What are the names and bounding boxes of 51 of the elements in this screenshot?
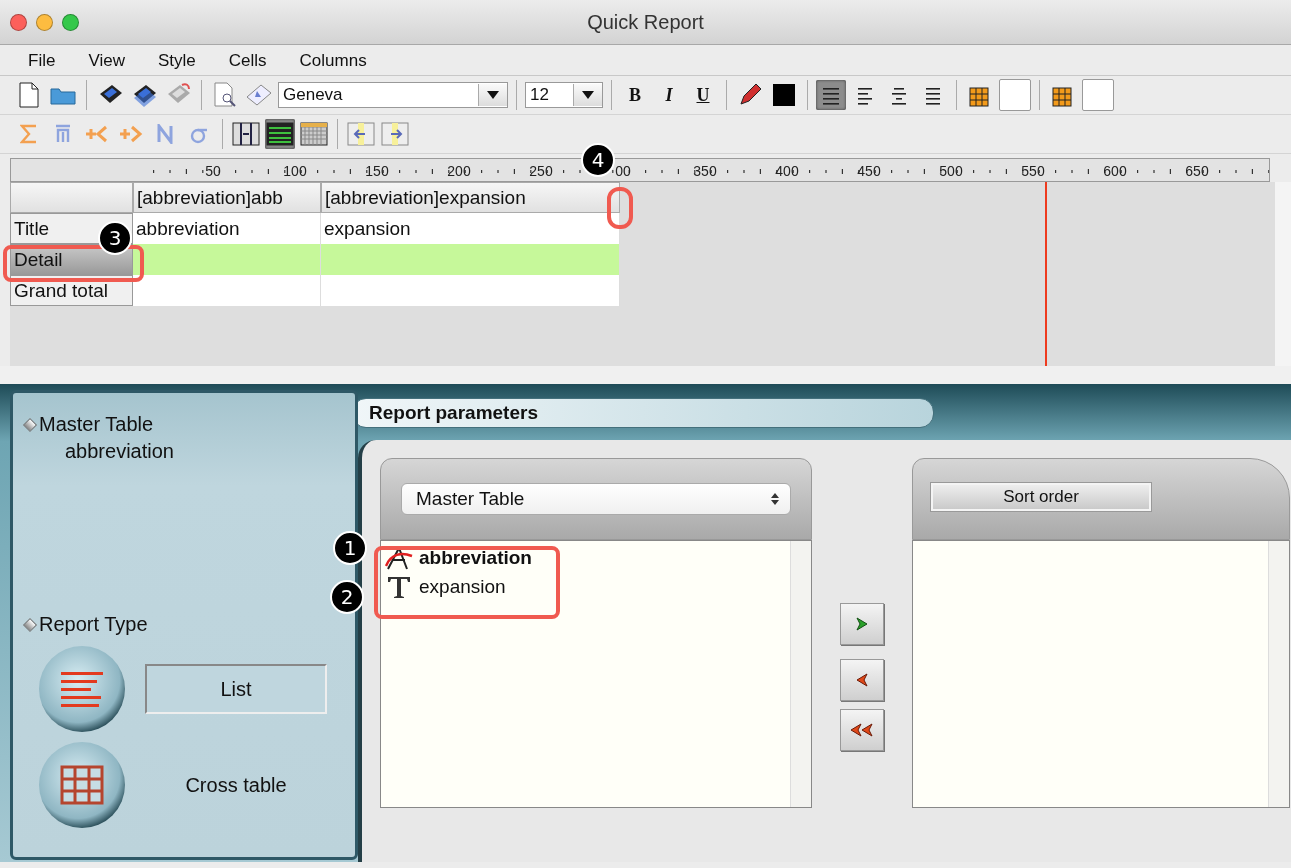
zoom-button[interactable] xyxy=(62,13,79,31)
scrollbar[interactable] xyxy=(1268,541,1289,807)
add-button[interactable] xyxy=(840,603,884,645)
italic-button[interactable]: I xyxy=(654,80,684,110)
highlight-frame xyxy=(607,187,633,229)
remove-button[interactable] xyxy=(840,659,884,701)
color-swatch[interactable] xyxy=(999,79,1031,111)
menu-item[interactable]: Style xyxy=(157,51,196,71)
field-name[interactable]: expansion xyxy=(419,575,506,598)
remove-all-button[interactable] xyxy=(840,709,884,751)
dropdown-arrow-icon xyxy=(582,91,594,99)
report-type-label[interactable]: List xyxy=(145,664,327,714)
justify-icon[interactable] xyxy=(816,80,846,110)
scrollbar[interactable] xyxy=(790,541,811,807)
chevron-left-icon xyxy=(854,672,870,688)
table-cell: abbreviation xyxy=(133,213,321,244)
font-dropdown[interactable]: Geneva xyxy=(278,82,508,108)
column-header[interactable]: [abbreviation]abb xyxy=(133,182,321,213)
minimize-button[interactable] xyxy=(36,13,53,31)
list-lines-icon xyxy=(59,669,105,709)
underline-button[interactable]: U xyxy=(688,80,718,110)
size-dropdown[interactable]: 12 xyxy=(525,82,603,108)
field-name[interactable]: abbreviation xyxy=(419,546,532,569)
section-heading: Master Table xyxy=(39,413,154,436)
table-select[interactable]: Master Table xyxy=(401,483,791,515)
color-swatch[interactable] xyxy=(1082,79,1114,111)
text-field-icon xyxy=(385,574,413,599)
insert-right-icon[interactable] xyxy=(380,119,410,149)
insert-left-icon[interactable] xyxy=(346,119,376,149)
report-type-label[interactable]: Cross table xyxy=(145,760,327,810)
sort-order-header[interactable]: Sort order xyxy=(931,483,1151,511)
chevron-right-icon xyxy=(854,616,870,632)
grid-icon xyxy=(60,765,104,805)
menu-item[interactable]: Cells xyxy=(228,51,267,71)
menu-item[interactable]: View xyxy=(88,51,125,71)
horizontal-scrollbar[interactable] xyxy=(0,366,1291,384)
table-view-icon[interactable] xyxy=(265,119,295,149)
menu-item[interactable]: Columns xyxy=(299,51,367,71)
close-button[interactable] xyxy=(10,13,27,31)
table-cell: expansion xyxy=(321,213,620,244)
stepper-arrows-icon xyxy=(770,491,780,507)
double-chevron-left-icon xyxy=(850,722,874,738)
window-title: Quick Report xyxy=(587,10,704,34)
section-heading: Report Type xyxy=(39,613,148,636)
menu-item[interactable]: File xyxy=(28,51,56,71)
master-table-value: abbreviation xyxy=(65,440,174,462)
bold-button[interactable]: B xyxy=(620,80,650,110)
column-view-icon[interactable] xyxy=(231,119,261,149)
pattern-view-icon[interactable] xyxy=(299,119,329,149)
column-header[interactable]: [abbreviation]expansion xyxy=(321,182,620,213)
dropdown-arrow-icon xyxy=(487,91,499,99)
